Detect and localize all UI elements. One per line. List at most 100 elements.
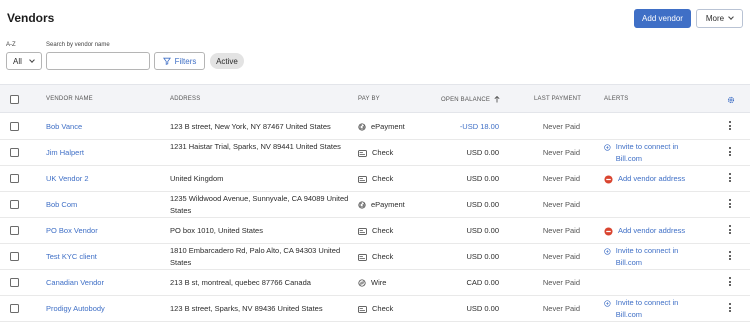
pay-by: ePayment xyxy=(358,199,405,211)
check-icon xyxy=(358,253,367,261)
az-label: A-Z xyxy=(6,42,16,48)
chevron-down-icon xyxy=(728,14,734,20)
row-checkbox[interactable] xyxy=(10,304,19,313)
alert-invite[interactable]: Invite to connect in Bill.com xyxy=(604,141,684,165)
pay-by-label: Check xyxy=(372,252,394,261)
search-input[interactable] xyxy=(46,52,150,70)
pay-by: Check xyxy=(358,225,393,237)
alert-error[interactable]: Add vendor address xyxy=(604,173,704,185)
az-select[interactable]: All xyxy=(6,52,42,70)
row-actions-kebab-icon[interactable] xyxy=(727,199,733,208)
vendor-name-link[interactable]: Bob Vance xyxy=(46,121,82,133)
vendor-name-link[interactable]: UK Vendor 2 xyxy=(46,173,89,185)
more-button[interactable]: More xyxy=(696,9,743,28)
last-payment: Never Paid xyxy=(542,174,580,183)
gear-icon[interactable] xyxy=(727,96,735,104)
row-checkbox[interactable] xyxy=(10,252,19,261)
pay-by-label: Check xyxy=(372,226,394,235)
alert-invite[interactable]: Invite to connect in Bill.com xyxy=(604,245,684,269)
table-row[interactable]: Test KYC client 1810 Embarcadero Rd, Palo… xyxy=(0,244,750,270)
pay-by-label: ePayment xyxy=(371,200,405,209)
row-actions-kebab-icon[interactable] xyxy=(727,303,733,312)
vendor-name-link[interactable]: Test KYC client xyxy=(46,251,97,263)
table-row[interactable]: PO Box Vendor PO box 1010, United States C… xyxy=(0,218,750,244)
table-header: VENDOR NAME ADDRESS PAY BY OPEN BALANCE … xyxy=(0,84,750,113)
active-filter-chip[interactable]: Active xyxy=(210,53,244,69)
last-payment: Never Paid xyxy=(542,304,580,313)
open-balance: USD 0.00 xyxy=(466,148,499,157)
alert-text: Invite to connect in Bill.com xyxy=(615,142,679,163)
pay-by-label: ePayment xyxy=(371,122,405,131)
row-checkbox[interactable] xyxy=(10,148,19,157)
column-header-address[interactable]: ADDRESS xyxy=(170,96,200,102)
vendor-name-link[interactable]: Prodigy Autobody xyxy=(46,303,105,315)
row-checkbox[interactable] xyxy=(10,200,19,209)
vendor-name-link[interactable]: Jim Halpert xyxy=(46,147,84,159)
check-icon xyxy=(358,149,367,157)
pay-by-label: Check xyxy=(372,174,394,183)
chevron-down-icon xyxy=(29,56,35,63)
table-row[interactable]: Canadian Vendor 213 B st, montreal, quebe… xyxy=(0,270,750,296)
column-header-alerts[interactable]: ALERTS xyxy=(604,96,628,102)
check-icon xyxy=(358,227,367,235)
vendor-name-link[interactable]: Bob Com xyxy=(46,199,77,211)
vendor-name-link[interactable]: PO Box Vendor xyxy=(46,225,98,237)
table-row[interactable]: Bob Vance 123 B street, New York, NY 8746… xyxy=(0,114,750,140)
row-checkbox[interactable] xyxy=(10,174,19,183)
pay-by-label: Check xyxy=(372,148,394,157)
alert-invite[interactable]: Invite to connect in Bill.com xyxy=(604,297,684,321)
invite-icon xyxy=(604,248,611,255)
wire-icon xyxy=(358,279,366,287)
table-row[interactable]: UK Vendor 2 United Kingdom Check USD 0.00 Ne… xyxy=(0,166,750,192)
row-checkbox[interactable] xyxy=(10,278,19,287)
row-actions-kebab-icon[interactable] xyxy=(727,147,733,156)
row-actions-kebab-icon[interactable] xyxy=(727,277,733,286)
row-actions-kebab-icon[interactable] xyxy=(727,251,733,260)
open-balance: USD 0.00 xyxy=(466,174,499,183)
table-row[interactable]: Prodigy Autobody 123 B street, Sparks, NV… xyxy=(0,296,750,322)
alert-text: Add vendor address xyxy=(618,174,686,183)
pay-by-label: Check xyxy=(372,304,394,313)
vendor-address: 1231 Haistar Trial, Sparks, NV 89441 Uni… xyxy=(170,142,341,151)
open-balance: CAD 0.00 xyxy=(466,278,499,287)
epayment-icon xyxy=(358,123,366,131)
column-header-last-payment[interactable]: LAST PAYMENT xyxy=(534,96,581,102)
select-all-checkbox[interactable] xyxy=(10,95,19,104)
column-header-open-balance[interactable]: OPEN BALANCE xyxy=(441,96,500,103)
alert-text: Invite to connect in Bill.com xyxy=(615,298,679,319)
last-payment: Never Paid xyxy=(542,122,580,131)
pay-by: Check xyxy=(358,251,393,263)
filters-button[interactable]: Filters xyxy=(154,52,205,70)
error-icon xyxy=(604,227,613,236)
row-checkbox[interactable] xyxy=(10,226,19,235)
pay-by: Check xyxy=(358,147,393,159)
last-payment: Never Paid xyxy=(542,226,580,235)
funnel-icon xyxy=(162,57,171,65)
alert-text: Add vendor address xyxy=(618,226,686,235)
row-actions-kebab-icon[interactable] xyxy=(727,225,733,234)
row-checkbox[interactable] xyxy=(10,122,19,131)
error-icon xyxy=(604,175,613,184)
vendor-address: 123 B street, New York, NY 87467 United … xyxy=(170,122,331,131)
table-row[interactable]: Jim Halpert 1231 Haistar Trial, Sparks, N… xyxy=(0,140,750,166)
table-row[interactable]: Bob Com 1235 Wildwood Avenue, Sunnyvale, … xyxy=(0,192,750,218)
add-vendor-button[interactable]: Add vendor xyxy=(634,9,691,28)
vendor-address: 1235 Wildwood Avenue, Sunnyvale, CA 9408… xyxy=(170,194,349,215)
epayment-icon xyxy=(358,201,366,209)
last-payment: Never Paid xyxy=(542,200,580,209)
search-label: Search by vendor name xyxy=(46,42,110,48)
check-icon xyxy=(358,175,367,183)
open-balance: USD 0.00 xyxy=(466,200,499,209)
more-button-label: More xyxy=(705,14,725,23)
vendor-name-link[interactable]: Canadian Vendor xyxy=(46,277,104,289)
open-balance: -USD 18.00 xyxy=(459,122,499,131)
alert-error[interactable]: Add vendor address xyxy=(604,225,704,237)
row-actions-kebab-icon[interactable] xyxy=(727,173,733,182)
open-balance: USD 0.00 xyxy=(466,304,499,313)
row-actions-kebab-icon[interactable] xyxy=(727,121,733,130)
open-balance: USD 0.00 xyxy=(466,252,499,261)
pay-by: ePayment xyxy=(358,121,405,133)
vendor-address: PO box 1010, United States xyxy=(170,226,263,235)
column-header-pay-by[interactable]: PAY BY xyxy=(358,96,380,102)
column-header-vendor-name[interactable]: VENDOR NAME xyxy=(46,96,93,102)
